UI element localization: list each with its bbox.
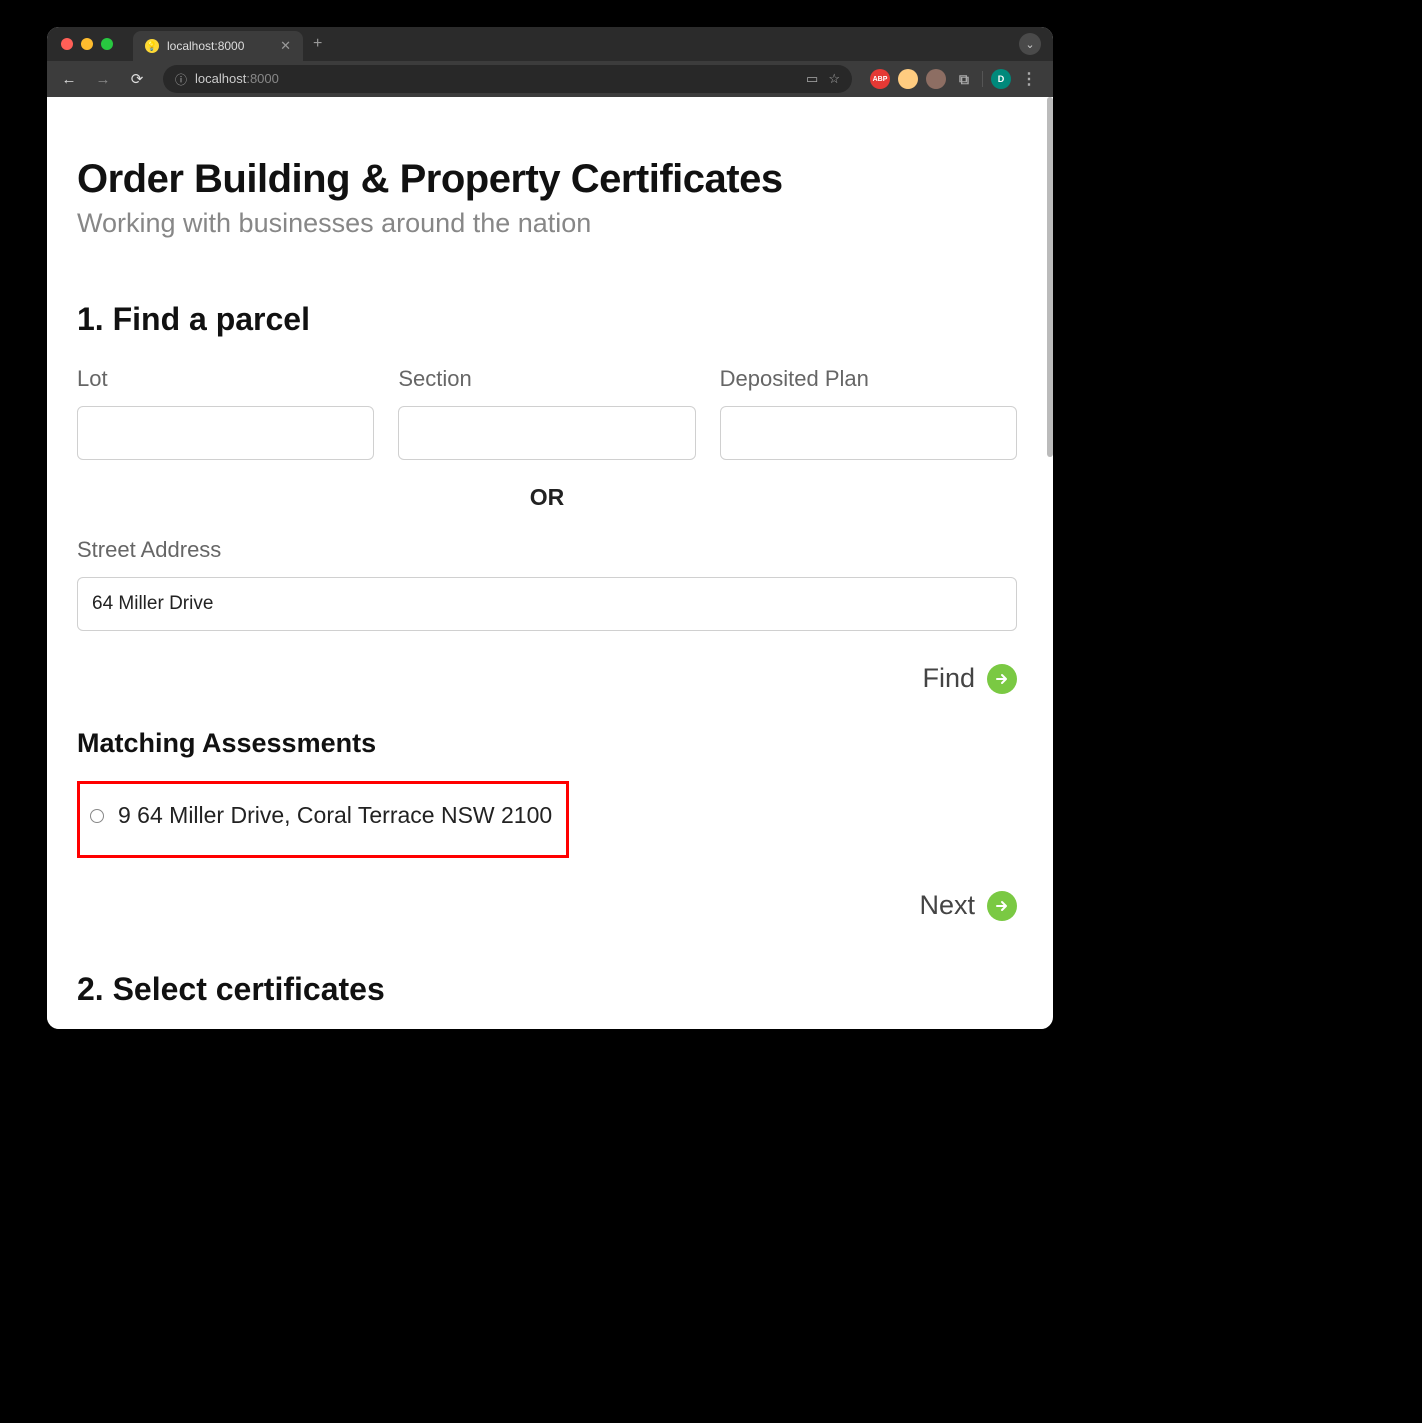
street-address-input[interactable] [77,577,1017,631]
scrollbar[interactable] [1047,97,1053,457]
radio-icon[interactable] [90,809,104,823]
close-window-button[interactable] [61,38,73,50]
browser-menu-icon[interactable]: ⋮ [1019,69,1039,89]
find-label: Find [922,663,975,694]
traffic-lights [55,38,113,50]
section-label: Section [398,366,695,392]
url-host: localhost [195,71,246,86]
extensions-menu-icon[interactable]: ⧉ [954,69,974,89]
url-port: :8000 [246,71,279,86]
extension-2-icon[interactable] [898,69,918,89]
lot-input[interactable] [77,406,374,460]
lot-label: Lot [77,366,374,392]
reload-button[interactable]: ⟳ [123,65,151,93]
tab-close-icon[interactable]: ✕ [280,38,291,54]
deposited-plan-input[interactable] [720,406,1017,460]
tab-favicon: 💡 [145,39,159,53]
maximize-window-button[interactable] [101,38,113,50]
section-1-title: 1. Find a parcel [77,301,1017,338]
deposited-plan-label: Deposited Plan [720,366,1017,392]
matching-assessments-title: Matching Assessments [77,728,1017,759]
tabs-dropdown-button[interactable]: ⌄ [1019,33,1041,55]
separator [982,71,983,87]
forward-button[interactable]: → [89,65,117,93]
parcel-row: Lot Section Deposited Plan [77,366,1017,460]
page-title: Order Building & Property Certificates [77,157,1017,202]
page-content: Order Building & Property Certificates W… [47,97,1047,1029]
next-action[interactable]: Next [77,890,1017,921]
page-subtitle: Working with businesses around the natio… [77,208,1017,239]
back-button[interactable]: ← [55,65,83,93]
profile-avatar[interactable]: D [991,69,1011,89]
minimize-window-button[interactable] [81,38,93,50]
browser-tab[interactable]: 💡 localhost:8000 ✕ [133,31,303,61]
street-address-label: Street Address [77,537,1017,563]
assessment-option[interactable]: 9 64 Miller Drive, Coral Terrace NSW 210… [90,802,556,829]
toolbar: ← → ⟳ ⓘ localhost:8000 ▭ ☆ ABP ⧉ D ⋮ [47,61,1053,97]
site-info-icon[interactable]: ⓘ [175,71,187,88]
next-label: Next [919,890,975,921]
extensions: ABP ⧉ D ⋮ [864,69,1045,89]
section-2-title: 2. Select certificates [77,971,1017,1008]
bookmark-icon[interactable]: ☆ [828,71,840,87]
titlebar: 💡 localhost:8000 ✕ + ⌄ [47,27,1053,61]
new-tab-button[interactable]: + [313,35,322,53]
or-divider: OR [77,484,1017,511]
extension-abp-icon[interactable]: ABP [870,69,890,89]
tab-title: localhost:8000 [167,39,272,53]
address-bar[interactable]: ⓘ localhost:8000 ▭ ☆ [163,65,852,93]
arrow-right-icon [987,891,1017,921]
find-action[interactable]: Find [77,663,1017,694]
assessment-text: 9 64 Miller Drive, Coral Terrace NSW 210… [118,802,552,829]
section-input[interactable] [398,406,695,460]
arrow-right-icon [987,664,1017,694]
assessment-highlight: 9 64 Miller Drive, Coral Terrace NSW 210… [77,781,569,858]
install-app-icon[interactable]: ▭ [806,71,818,87]
browser-window: 💡 localhost:8000 ✕ + ⌄ ← → ⟳ ⓘ localhost… [47,27,1053,1029]
extension-3-icon[interactable] [926,69,946,89]
